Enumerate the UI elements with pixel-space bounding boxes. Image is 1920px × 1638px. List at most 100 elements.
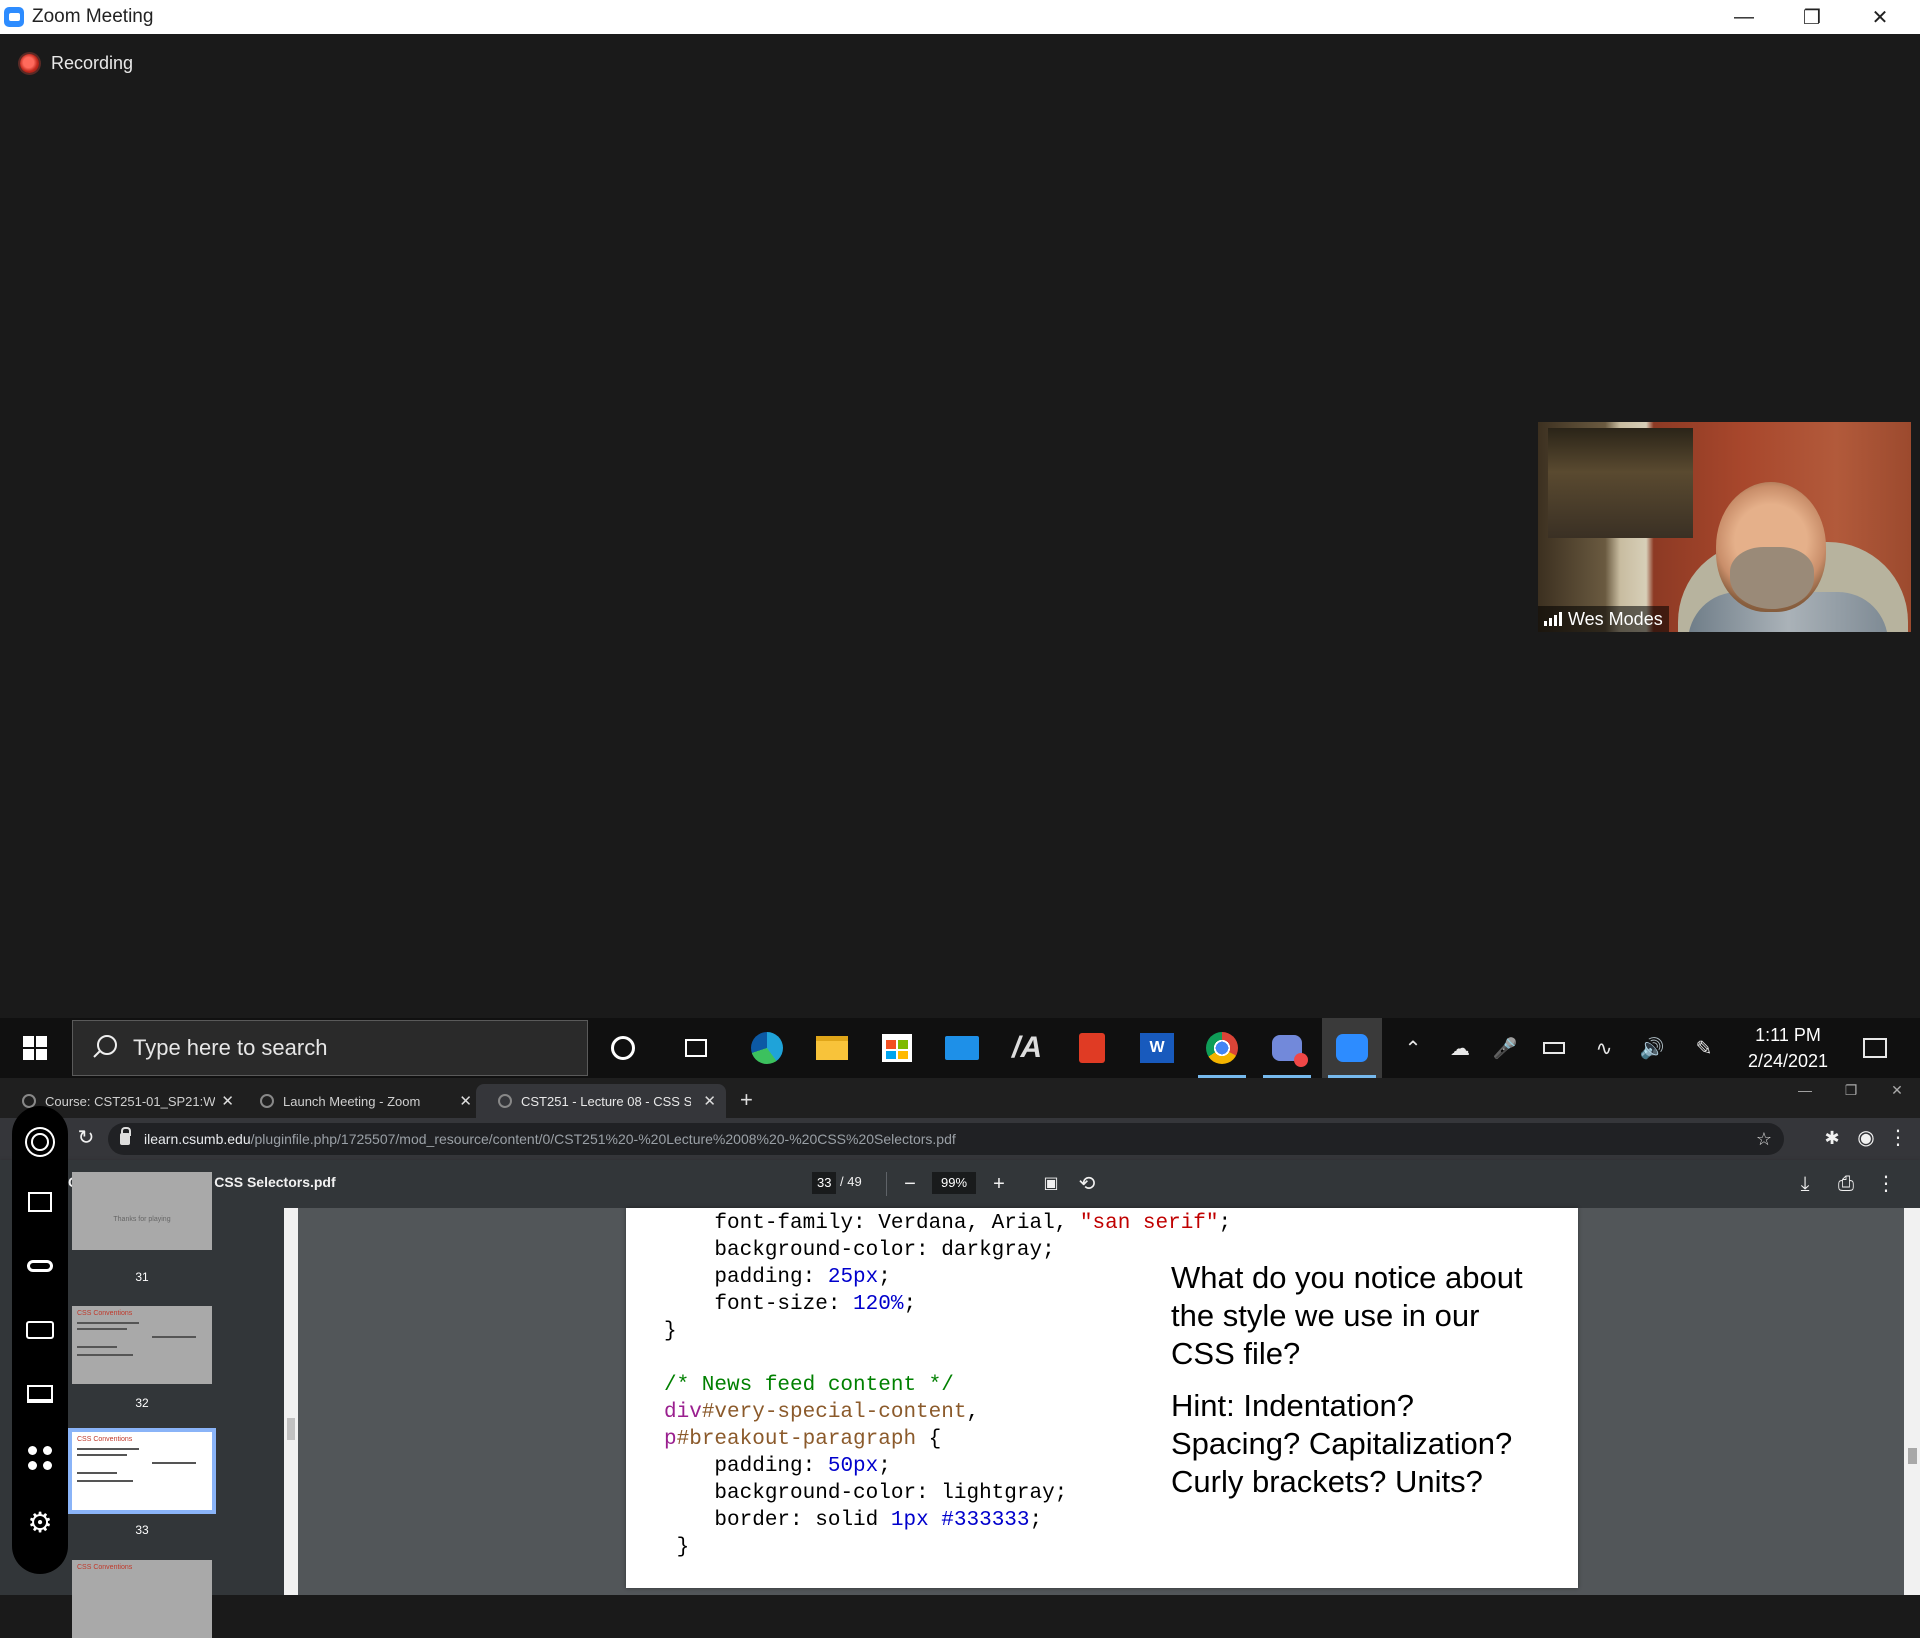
profile-avatar-icon[interactable]: ◉ [1852,1124,1880,1152]
chrome-icon[interactable] [1192,1018,1252,1078]
thumbnail-page-33[interactable]: CSS Conventions [68,1428,216,1514]
pen-workspace-icon[interactable]: ✎ [1684,1018,1724,1078]
windows-icon[interactable] [12,1180,68,1224]
volume-icon[interactable]: 🔊 [1632,1018,1672,1078]
browser-minimize-button[interactable]: — [1782,1082,1828,1106]
show-hidden-icons-chevron-icon[interactable]: ⌃ [1396,1018,1430,1078]
recording-indicator[interactable]: Recording [20,53,133,74]
toolbar-divider [886,1172,887,1196]
page-number-input[interactable]: 33 [812,1172,837,1194]
mail-icon[interactable] [932,1018,992,1078]
video-background-window [1548,428,1693,538]
tab-lecture-pdf[interactable]: CST251 - Lecture 08 - CSS Select ✕ [476,1084,726,1118]
signal-strength-icon [1544,612,1562,626]
thumbnail-line [152,1462,196,1464]
zoom-in-button[interactable]: + [985,1170,1013,1198]
close-button[interactable]: ✕ [1846,0,1914,34]
windows-logo-icon [23,1036,47,1060]
browser-restore-button[interactable]: ❐ [1828,1082,1874,1106]
taskbar-clock[interactable]: 1:11 PM 2/24/2021 [1728,1018,1848,1078]
discord-icon[interactable] [1257,1018,1317,1078]
thumbnail-page-31[interactable]: Thanks for playing [72,1172,212,1250]
app-icon[interactable]: /A [997,1018,1057,1078]
slide-question: What do you notice about the style we us… [1171,1260,1523,1371]
action-center-icon[interactable] [1848,1018,1902,1078]
task-view-icon[interactable] [666,1018,726,1078]
extensions-icon[interactable]: ✱ [1818,1124,1846,1152]
bookmark-star-icon[interactable]: ☆ [1756,1129,1772,1150]
word-icon[interactable]: W [1127,1018,1187,1078]
close-tab-icon[interactable]: ✕ [459,1092,472,1110]
brightness-icon[interactable] [12,1120,68,1164]
browser-close-button[interactable]: ✕ [1874,1082,1920,1106]
close-tab-icon[interactable]: ✕ [221,1092,234,1110]
zoom-out-button[interactable]: − [896,1170,924,1198]
wifi-icon[interactable]: ∿ [1584,1018,1624,1078]
page-total: / 49 [840,1174,862,1189]
thumbnail-line [77,1472,117,1474]
address-bar[interactable]: ilearn.csumb.edu/pluginfile.php/1725507/… [108,1123,1784,1155]
thumbnail-number: 31 [135,1270,149,1284]
onedrive-icon[interactable]: ☁ [1440,1018,1480,1078]
restore-button[interactable]: ❐ [1778,0,1846,34]
participant-name-tag: Wes Modes [1538,606,1669,632]
browser-tabstrip: Course: CST251-01_SP21:Web To ✕ Launch M… [0,1078,1920,1118]
overlay-tool-sidebar: ⚙ [12,1106,68,1574]
zoom-logo-icon [4,7,24,27]
edge-icon[interactable] [737,1018,797,1078]
scrollbar-thumb[interactable] [1908,1448,1917,1464]
zoom-level-input[interactable]: 99% [932,1172,976,1194]
slide-notes: What do you notice about the style we us… [1171,1259,1531,1501]
link-icon[interactable] [12,1244,68,1288]
minimize-button[interactable]: — [1710,0,1778,34]
thumbnail-line [77,1480,133,1482]
participant-video[interactable]: Wes Modes [1538,422,1911,632]
close-tab-icon[interactable]: ✕ [703,1092,716,1110]
reload-icon[interactable]: ↻ [72,1124,100,1152]
code-sample: font-family: Verdana, Arial, "san serif"… [664,1212,1232,1559]
thumbnail-caption: Thanks for playing [113,1216,171,1223]
pdf-scrollbar[interactable] [1904,1208,1920,1595]
tab-favicon-icon [498,1094,512,1108]
tab-launch-meeting[interactable]: Launch Meeting - Zoom ✕ [238,1084,482,1118]
new-tab-button[interactable]: + [740,1087,753,1113]
thumbnail-page-32[interactable]: CSS Conventions [72,1306,212,1384]
store-icon[interactable] [867,1018,927,1078]
settings-gear-icon[interactable]: ⚙ [12,1500,68,1544]
tab-label: Launch Meeting - Zoom [283,1093,421,1109]
scrollbar-thumb[interactable] [287,1418,295,1440]
file-explorer-icon[interactable] [802,1018,862,1078]
thumbnail-line [77,1328,127,1330]
battery-icon[interactable] [1530,1018,1578,1078]
rotate-icon[interactable]: ⟲ [1073,1170,1101,1198]
cortana-icon[interactable] [593,1018,653,1078]
apps-grid-icon[interactable] [12,1436,68,1480]
pdf-viewer-toolbar: CST251 - Lecture 08 - CSS Selectors.pdf … [0,1160,1920,1208]
window-title: Zoom Meeting [32,6,154,27]
start-button[interactable] [0,1018,70,1078]
taskbar-search-box[interactable]: Type here to search [72,1020,588,1076]
chrome-menu-icon[interactable]: ⋮ [1884,1124,1912,1152]
print-icon[interactable]: ⎙ [1832,1170,1860,1198]
search-placeholder: Type here to search [133,1035,328,1060]
lock-icon [120,1127,131,1145]
download-icon[interactable]: ⤓ [1791,1170,1819,1198]
office-icon[interactable] [1062,1018,1122,1078]
thumbnail-caption: CSS Conventions [77,1436,133,1443]
zoom-icon[interactable] [1322,1018,1382,1078]
thumbnail-page-34[interactable]: CSS Conventions [72,1560,212,1638]
thumbnail-number: 33 [135,1523,149,1537]
microphone-icon[interactable]: 🎤 [1488,1018,1522,1078]
fit-page-icon[interactable]: ▣ [1037,1170,1065,1198]
tab-favicon-icon [260,1094,274,1108]
windows-taskbar: Type here to search /A W ⌃ ☁ 🎤 ∿ 🔊 ✎ 1:1… [0,1018,1920,1078]
keyboard-icon[interactable] [12,1308,68,1352]
thumbnail-line [152,1336,196,1338]
clock-time: 1:11 PM [1755,1025,1821,1045]
pdf-more-icon[interactable]: ⋮ [1872,1170,1900,1198]
laptop-icon[interactable] [12,1372,68,1416]
thumbnail-line [77,1454,127,1456]
url-text: ilearn.csumb.edu/pluginfile.php/1725507/… [144,1131,956,1147]
search-icon [91,1035,117,1061]
thumbnail-scrollbar[interactable] [284,1208,298,1595]
